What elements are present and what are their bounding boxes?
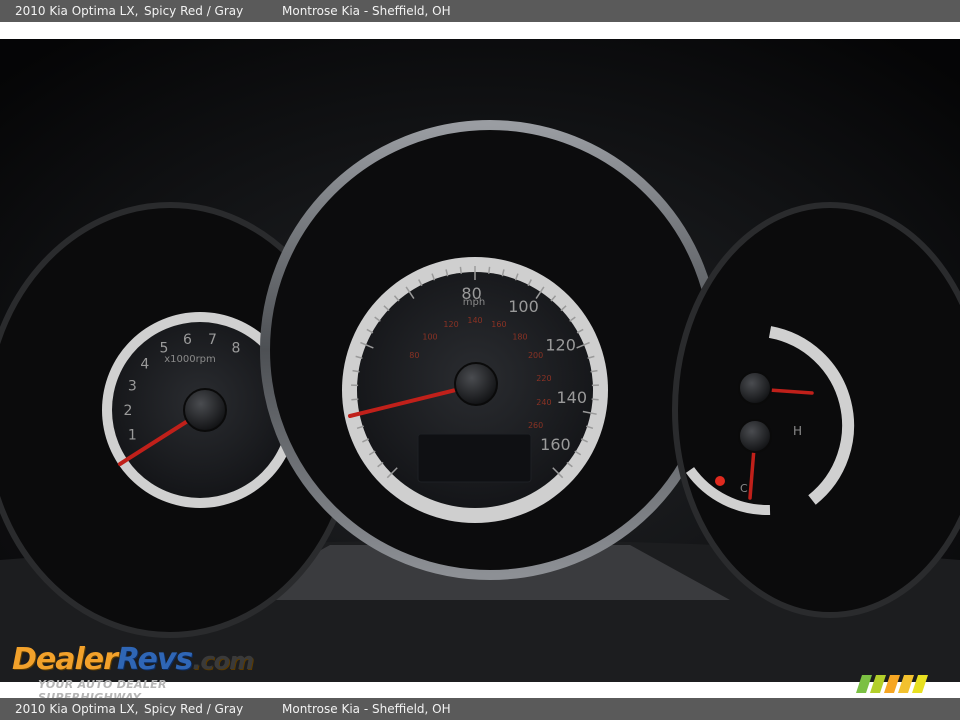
speedo-tick: [459, 266, 462, 274]
caption-bar-top: 2010 Kia Optima LX, Spicy Red / Gray Mon…: [0, 0, 960, 22]
temp-hub: [738, 371, 772, 405]
caption-dealer-bottom: Montrose Kia - Sheffield, OH: [282, 702, 451, 716]
instrument-cluster-photo: x1000rpm 123456 78 80100120140160 8010012…: [0, 39, 960, 682]
fuel-hub: [738, 419, 772, 453]
speedo-mph-label: 120: [545, 335, 576, 354]
speedo-kmh-label: 120: [443, 320, 458, 329]
tach-label: 4: [140, 357, 149, 373]
temp-mark-h: H: [793, 424, 802, 438]
top-border: [0, 22, 960, 39]
tach-hub: [183, 388, 227, 432]
speedo-kmh-label: 140: [467, 316, 482, 325]
speed-stripes-icon: [856, 675, 928, 693]
speedo-kmh-label: 220: [536, 374, 551, 383]
tach-label: 6: [183, 332, 192, 348]
odometer-display: [417, 433, 532, 483]
speedo-kmh-label: 260: [528, 421, 543, 430]
tach-label: 8: [232, 341, 241, 357]
door-warning-icon: [715, 476, 725, 486]
fuel-mark-c: C: [740, 482, 748, 495]
caption-vehicle: 2010 Kia Optima LX,: [15, 4, 139, 18]
speedo-unit: mph: [463, 297, 485, 308]
tach-unit: x1000rpm: [164, 354, 216, 365]
caption-color-bottom: Spicy Red / Gray: [144, 702, 244, 716]
speedo-tick: [591, 398, 599, 401]
caption-color: Spicy Red / Gray: [144, 4, 244, 18]
speedometer: 80100120140160 80100120 140 16018020022024…: [260, 120, 720, 580]
speedo-kmh-label: 100: [422, 332, 437, 341]
tach-label: 5: [160, 341, 169, 357]
tach-label: 2: [124, 403, 133, 419]
fuel-temp-gauge: H C: [672, 202, 960, 618]
caption-bar-bottom: 2010 Kia Optima LX, Spicy Red / Gray Mon…: [0, 698, 960, 720]
tach-label: 7: [208, 332, 217, 348]
speedo-kmh-label: 180: [512, 332, 527, 341]
tach-label: 3: [128, 378, 137, 394]
dealerrevs-logo: DealerRevs.com YOUR AUTO DEALER SUPERHIG…: [12, 628, 272, 704]
logo-wordmark: DealerRevs.com: [12, 642, 254, 677]
speedo-tick: [351, 398, 359, 401]
tach-label: 1: [128, 428, 137, 444]
speedo-tick: [488, 266, 491, 274]
speedo-kmh-label: 160: [491, 320, 506, 329]
caption-vehicle-bottom: 2010 Kia Optima LX,: [15, 702, 139, 716]
caption-dealer: Montrose Kia - Sheffield, OH: [282, 4, 451, 18]
speedo-mph-label: 160: [540, 435, 571, 454]
speedo-kmh-label: 200: [528, 351, 543, 360]
speedo-mph-label: 100: [508, 297, 539, 316]
speedo-kmh-label: 240: [536, 398, 551, 407]
speedo-mph-label: 140: [556, 388, 587, 407]
speedo-hub: [454, 362, 498, 406]
speedo-kmh-label: 80: [409, 351, 419, 360]
